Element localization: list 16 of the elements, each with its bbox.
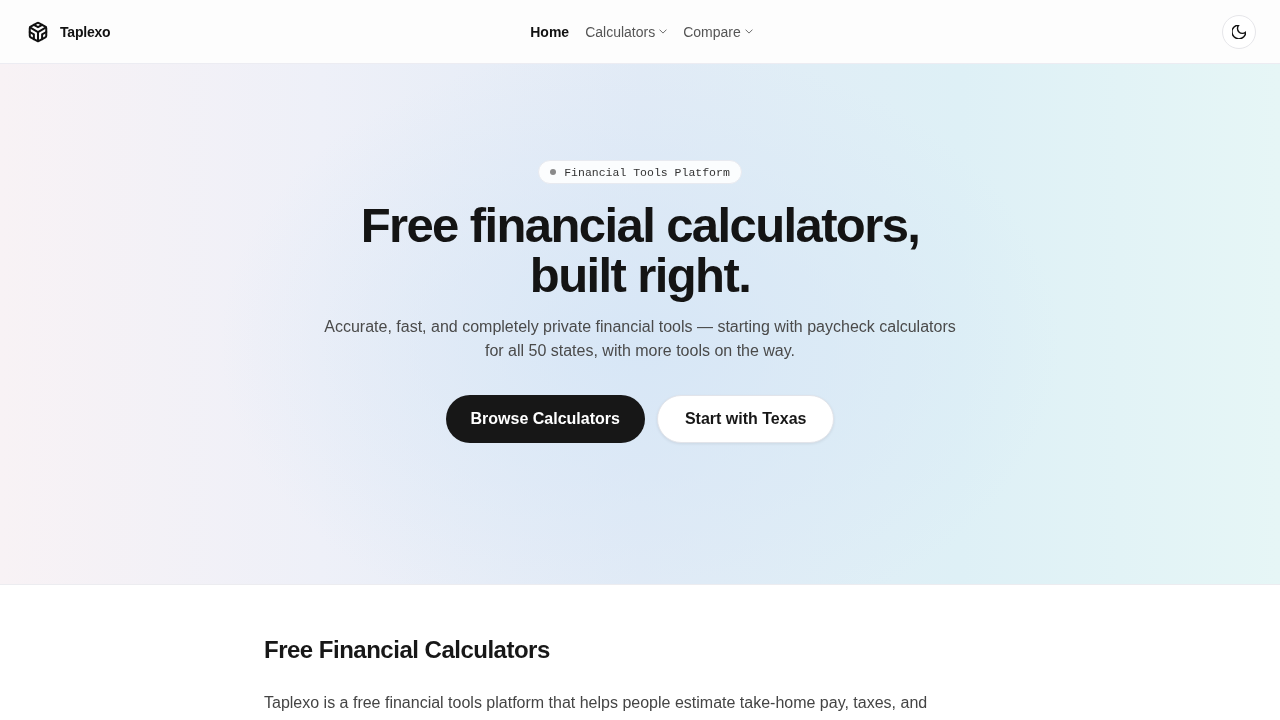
section-heading: Free Financial Calculators <box>264 635 551 665</box>
status-dot-icon <box>550 169 557 175</box>
badge-label: Financial Tools Platform <box>564 165 730 179</box>
theme-toggle-button[interactable] <box>1222 14 1256 49</box>
browse-button[interactable]: Browse Calculators <box>445 395 645 443</box>
nav-link[interactable]: Home <box>530 19 570 44</box>
start-button[interactable]: Start with Texas <box>656 395 835 443</box>
cube-icon <box>27 20 49 43</box>
nav-link[interactable]: Compare <box>683 19 753 44</box>
hero-title: built right. <box>529 250 751 300</box>
hero-subtitle: Accurate, fast, and completely private financial tools — starting with paycheck calculators for all 50 states, with more tools on the way. <box>323 317 957 361</box>
brand-name[interactable]: Taplexo <box>60 23 111 40</box>
nav-link[interactable]: Calculators <box>585 19 668 44</box>
section-paragraph: Taplexo is a free financial tools platform that helps people estimate take-home pay, taxes, and <box>264 693 929 713</box>
moon-icon <box>1232 24 1246 39</box>
hero-title: Free financial calculators, <box>360 200 920 250</box>
